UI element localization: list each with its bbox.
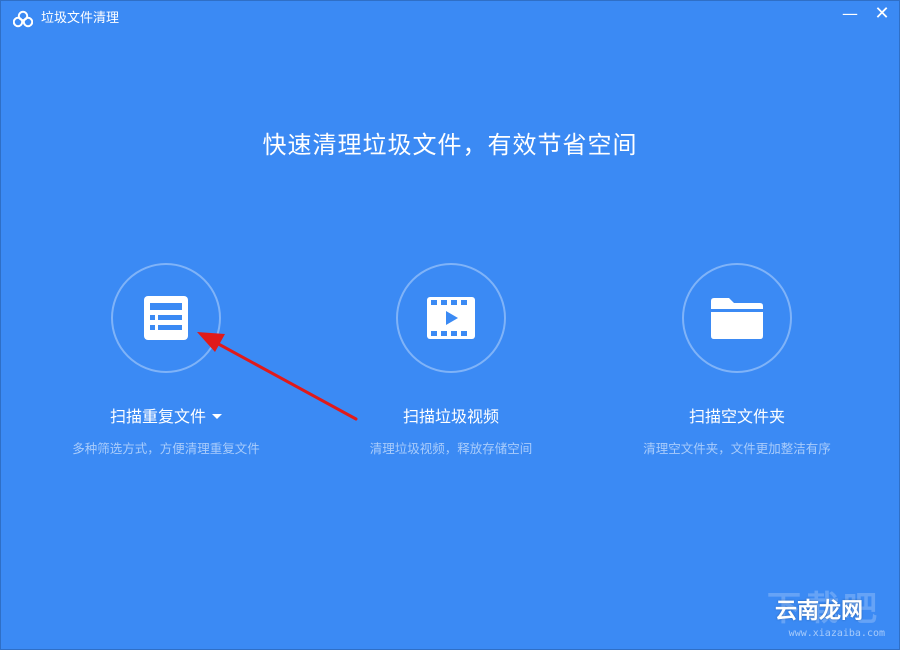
chevron-down-icon[interactable] xyxy=(212,413,222,419)
scan-empty-folders-label[interactable]: 扫描空文件夹 xyxy=(587,407,887,427)
watermark-brand: 云南龙网 xyxy=(774,599,863,624)
watermark: 下载吧 云南龙网 www.xiazaiba.com xyxy=(751,581,891,641)
scan-empty-folders-button[interactable] xyxy=(682,263,792,373)
title-bar: 垃圾文件清理 — ✕ xyxy=(1,1,899,37)
video-film-icon xyxy=(427,297,475,339)
window-title: 垃圾文件清理 xyxy=(41,11,120,26)
minimize-button[interactable]: — xyxy=(835,3,865,25)
document-list-icon xyxy=(144,296,188,340)
card-description: 清理空文件夹，文件更加整洁有序 xyxy=(643,441,831,456)
scan-empty-folders-card: 扫描空文件夹 清理空文件夹，文件更加整洁有序 xyxy=(587,263,887,457)
watermark-url: www.xiazaiba.com xyxy=(788,628,885,639)
scan-duplicate-files-dropdown[interactable]: 扫描重复文件 xyxy=(16,407,316,427)
card-title-label: 扫描重复文件 xyxy=(109,407,206,426)
card-description: 清理垃圾视频，释放存储空间 xyxy=(369,441,533,456)
page-headline: 快速清理垃圾文件，有效节省空间 xyxy=(262,131,638,159)
scan-junk-videos-label[interactable]: 扫描垃圾视频 xyxy=(301,407,601,427)
folder-icon xyxy=(711,298,763,339)
cloud-icon xyxy=(13,10,33,28)
scan-duplicate-files-button[interactable] xyxy=(111,263,221,373)
card-description: 多种筛选方式，方便清理重复文件 xyxy=(72,441,260,456)
scan-junk-videos-button[interactable] xyxy=(396,263,506,373)
app-window: 垃圾文件清理 — ✕ 快速清理垃圾文件，有效节省空间 扫描重复文件 多种筛选方式… xyxy=(0,0,900,650)
scan-junk-videos-card: 扫描垃圾视频 清理垃圾视频，释放存储空间 xyxy=(301,263,601,457)
scan-duplicate-files-card: 扫描重复文件 多种筛选方式，方便清理重复文件 xyxy=(16,263,316,457)
close-button[interactable]: ✕ xyxy=(867,3,897,25)
